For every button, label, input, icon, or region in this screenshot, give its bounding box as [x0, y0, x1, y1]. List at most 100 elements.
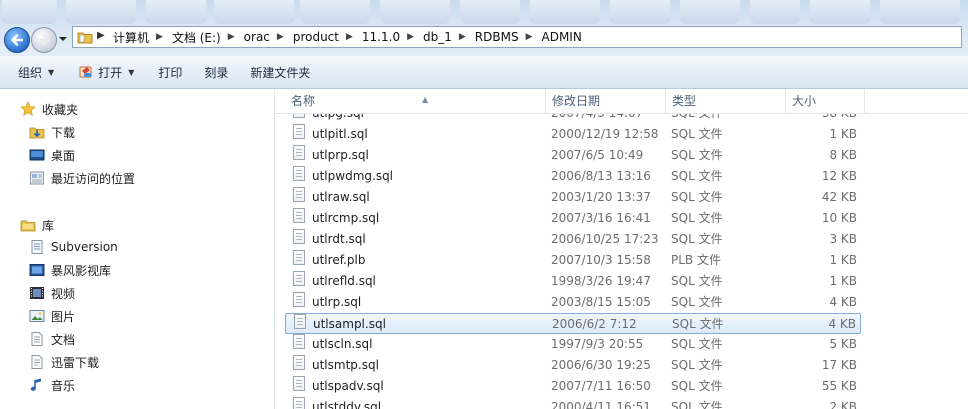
sort-ascending-icon: ▲: [422, 95, 429, 104]
breadcrumb-item[interactable]: RDBMS: [473, 30, 521, 44]
chevron-down-icon: ▼: [128, 67, 135, 77]
nav-favorites-label: 收藏夹: [42, 102, 79, 117]
file-row[interactable]: utlsampl.sql 2006/6/2 7:12 SQL 文件 4 KB: [285, 313, 861, 334]
column-name-header[interactable]: 名称 ▲: [285, 89, 546, 113]
open-button[interactable]: 打开 ▼: [69, 60, 143, 84]
file-modified-date: 2007/3/16 16:41: [551, 211, 651, 225]
file-name: utlspadv.sql: [312, 379, 384, 393]
file-name: utlrefld.sql: [312, 274, 376, 288]
file-row[interactable]: utlstddv.sql 2000/4/11 16:51 SQL 文件 2 KB: [285, 397, 861, 409]
file-row[interactable]: utlpitl.sql 2000/12/19 12:58 SQL 文件 1 KB: [285, 124, 861, 145]
breadcrumb-item[interactable]: db_1: [421, 30, 454, 44]
organize-button[interactable]: 组织 ▼: [9, 60, 63, 84]
file-row[interactable]: utlraw.sql 2003/1/20 13:37 SQL 文件 42 KB: [285, 187, 861, 208]
breadcrumb-item[interactable]: product: [291, 30, 341, 44]
file-modified-date: 1998/3/26 19:47: [551, 274, 651, 288]
file-name: utlsampl.sql: [313, 317, 386, 331]
file-size: 4 KB: [829, 295, 857, 309]
arrow-left-icon: [11, 34, 24, 46]
column-size-label: 大小: [792, 94, 817, 108]
background-window-tab: [66, 0, 136, 24]
film-icon: [29, 285, 45, 301]
file-row[interactable]: utlspadv.sql 2007/7/11 16:50 SQL 文件 55 KB: [285, 376, 861, 397]
nav-libraries[interactable]: 库: [20, 214, 54, 236]
breadcrumb-separator-icon[interactable]: ▶: [454, 32, 473, 42]
new-folder-button[interactable]: 新建文件夹: [241, 60, 319, 84]
nav-desktop[interactable]: 桌面: [29, 144, 75, 166]
file-name: utlrdt.sql: [312, 232, 366, 246]
address-field[interactable]: ▶ 计算机 ▶ 文档 (E:) ▶ orac ▶ product ▶ 11.1.0 ▶ db_1 ▶ R…: [72, 26, 962, 48]
file-row[interactable]: utlrp.sql 2003/8/15 15:05 SQL 文件 4 KB: [285, 292, 861, 313]
breadcrumb-item[interactable]: ADMIN: [540, 30, 584, 44]
file-icon: [293, 229, 305, 244]
file-modified-date: 2000/4/11 16:51: [551, 400, 651, 409]
file-row[interactable]: utlprp.sql 2007/6/5 10:49 SQL 文件 8 KB: [285, 145, 861, 166]
breadcrumb-item[interactable]: 文档 (E:): [170, 29, 223, 46]
file-size: 2 KB: [829, 400, 857, 409]
file-name: utlref.plb: [312, 253, 366, 267]
file-size: 4 KB: [828, 317, 856, 331]
breadcrumb-separator-icon[interactable]: ▶: [97, 30, 105, 41]
burn-label: 刻录: [204, 65, 229, 80]
breadcrumb-separator-icon[interactable]: ▶: [223, 32, 242, 42]
file-icon: [293, 271, 305, 286]
breadcrumb-item[interactable]: orac: [242, 30, 272, 44]
forward-button[interactable]: [31, 27, 57, 53]
nav-downloads[interactable]: 下载: [29, 121, 75, 143]
file-row[interactable]: utlsmtp.sql 2006/6/30 19:25 SQL 文件 17 KB: [285, 355, 861, 376]
nav-subversion-label: Subversion: [51, 240, 118, 254]
burn-button[interactable]: 刻录: [195, 60, 237, 84]
file-size: 1 KB: [829, 127, 857, 141]
file-row[interactable]: utlrcmp.sql 2007/3/16 16:41 SQL 文件 10 KB: [285, 208, 861, 229]
breadcrumb-separator-icon[interactable]: ▶: [341, 32, 360, 42]
column-type-label: 类型: [672, 94, 697, 108]
breadcrumb-separator-icon[interactable]: ▶: [402, 32, 421, 42]
new-folder-label: 新建文件夹: [250, 65, 311, 80]
file-size: 3 KB: [829, 232, 857, 246]
column-header: 名称 ▲ 修改日期 类型 大小: [275, 89, 968, 114]
nav-downloads-label: 下载: [51, 125, 76, 140]
breadcrumb-item[interactable]: 计算机: [111, 29, 151, 46]
file-row[interactable]: utlpwdmg.sql 2006/8/13 13:16 SQL 文件 12 KB: [285, 166, 861, 187]
nav-pictures[interactable]: 图片: [29, 305, 75, 327]
breadcrumb-item[interactable]: 11.1.0: [360, 30, 402, 44]
address-bar-area: ▶ 计算机 ▶ 文档 (E:) ▶ orac ▶ product ▶ 11.1.0 ▶ db_1 ▶ R…: [0, 0, 968, 56]
column-size-header[interactable]: 大小: [786, 89, 865, 113]
file-type: SQL 文件: [671, 127, 723, 141]
file-row[interactable]: utlref.plb 2007/10/3 15:58 PLB 文件 1 KB: [285, 250, 861, 271]
chevron-down-icon: ▼: [48, 67, 55, 77]
file-type: SQL 文件: [671, 190, 723, 204]
file-icon: [293, 124, 305, 139]
back-button[interactable]: [4, 27, 30, 53]
nav-recent-places-label: 最近访问的位置: [51, 171, 136, 186]
nav-documents[interactable]: 文档: [29, 328, 75, 350]
recent-pages-dropdown-icon[interactable]: [58, 32, 68, 46]
file-row[interactable]: utlrdt.sql 2006/10/25 17:23 SQL 文件 3 KB: [285, 229, 861, 250]
nav-videos-label: 视频: [51, 286, 76, 301]
file-row[interactable]: utlrefld.sql 1998/3/26 19:47 SQL 文件 1 KB: [285, 271, 861, 292]
nav-music[interactable]: 音乐: [29, 374, 75, 396]
file-size: 17 KB: [821, 358, 857, 372]
nav-storm-video[interactable]: 暴风影视库: [29, 259, 111, 281]
column-type-header[interactable]: 类型: [666, 89, 786, 113]
column-modified-header[interactable]: 修改日期: [546, 89, 666, 113]
nav-thunder-downloads[interactable]: 迅雷下载: [29, 351, 99, 373]
nav-subversion[interactable]: Subversion: [29, 236, 118, 258]
breadcrumb-separator-icon[interactable]: ▶: [272, 32, 291, 42]
background-window-tab: [380, 0, 450, 24]
background-window-tab: [750, 0, 800, 24]
nav-recent-places[interactable]: 最近访问的位置: [29, 167, 135, 189]
nav-videos[interactable]: 视频: [29, 282, 75, 304]
nav-favorites[interactable]: 收藏夹: [20, 98, 78, 120]
breadcrumb-separator-icon[interactable]: ▶: [521, 32, 540, 42]
file-type: SQL 文件: [671, 211, 723, 225]
file-modified-date: 2003/1/20 13:37: [551, 190, 651, 204]
file-size: 12 KB: [821, 169, 857, 183]
video-library-icon: [29, 262, 45, 278]
open-label: 打开: [98, 65, 123, 80]
background-window-tab: [2, 0, 57, 24]
file-type: SQL 文件: [671, 274, 723, 288]
breadcrumb-separator-icon[interactable]: ▶: [151, 32, 170, 42]
file-row[interactable]: utlscln.sql 1997/9/3 20:55 SQL 文件 5 KB: [285, 334, 861, 355]
print-button[interactable]: 打印: [149, 60, 191, 84]
